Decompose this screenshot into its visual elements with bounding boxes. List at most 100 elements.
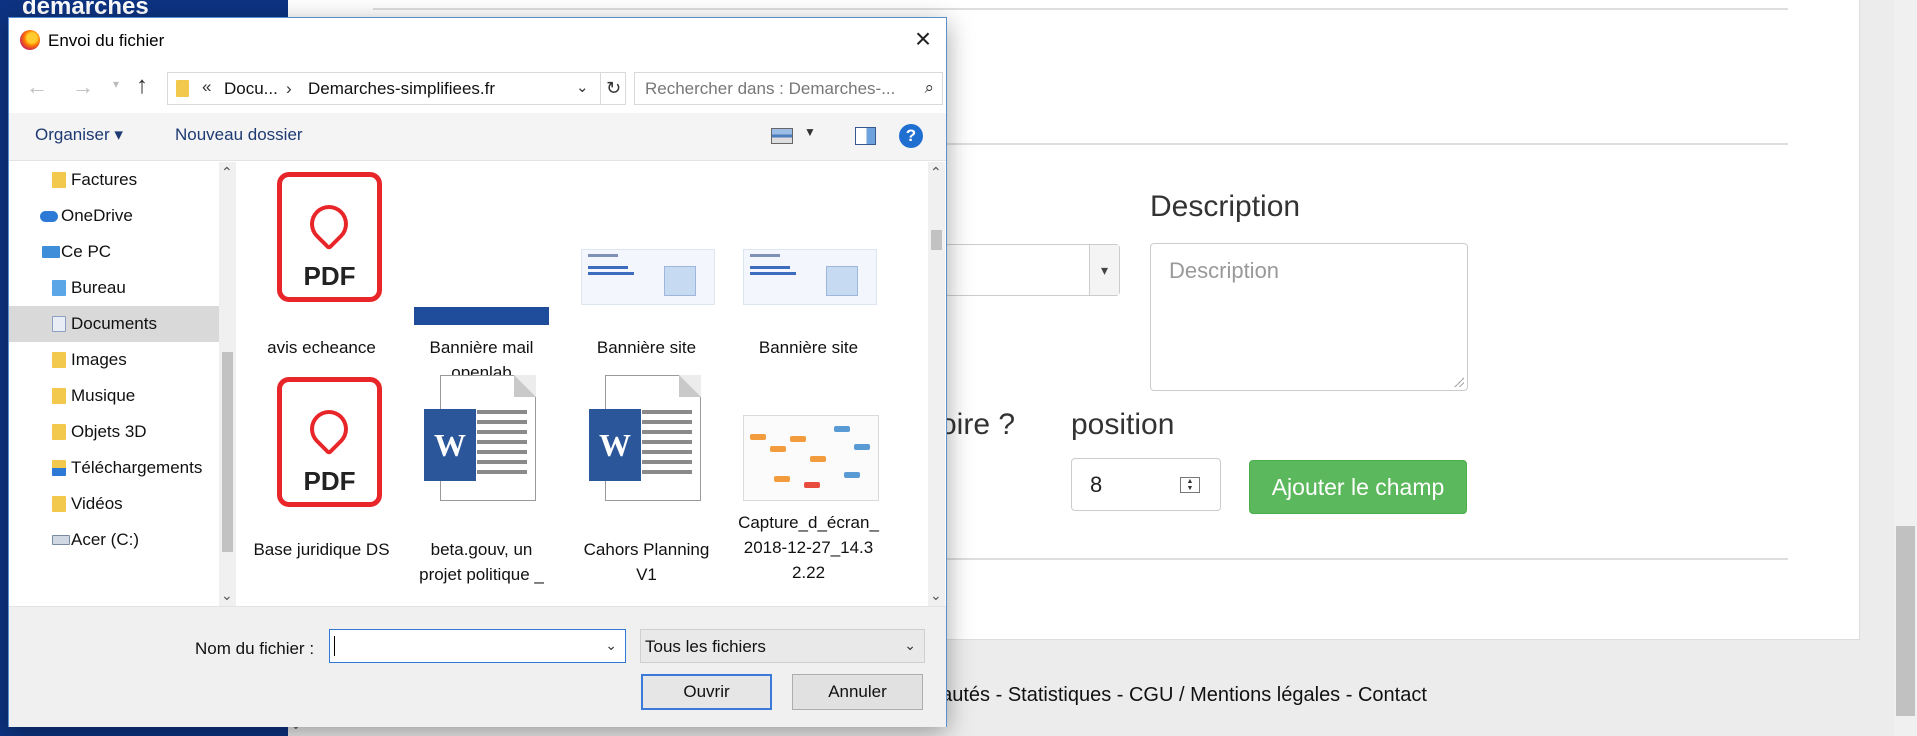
file-item[interactable]: W Cahors Planning V1 xyxy=(569,367,724,584)
filename-input[interactable]: ⌄ xyxy=(329,629,626,663)
chevron-double-left-icon[interactable]: « xyxy=(202,77,211,97)
file-list-scrollbar[interactable]: ⌃ ⌄ xyxy=(928,162,945,606)
file-type-select[interactable]: Tous les fichiers ⌄ xyxy=(640,629,925,663)
file-item[interactable]: Bannière site xyxy=(569,162,724,362)
nav-item-acer-c[interactable]: Acer (C:) xyxy=(9,522,219,558)
nav-item-onedrive[interactable]: OneDrive xyxy=(9,198,219,234)
scroll-up-icon[interactable]: ⌃ xyxy=(930,164,942,181)
file-name-line: projet politique _ xyxy=(419,565,544,584)
scroll-up-icon[interactable]: ⌃ xyxy=(221,164,233,181)
nav-item-factures[interactable]: Factures xyxy=(9,162,219,198)
obligatoire-label: oire ? xyxy=(940,408,1016,441)
cancel-button[interactable]: Annuler xyxy=(792,674,923,710)
nav-item-objets-3d[interactable]: Objets 3D xyxy=(9,414,219,450)
file-open-dialog: Envoi du fichier × ← → ▾ ↑ « Docu... › D… xyxy=(8,17,947,727)
file-name-line: beta.gouv, un xyxy=(430,540,533,559)
file-item[interactable]: PDF Base juridique DS xyxy=(244,367,399,567)
nav-item-label: Factures xyxy=(71,170,138,189)
file-type-value: Tous les fichiers xyxy=(645,637,766,656)
search-box[interactable]: Rechercher dans : Demarches-... ⌕ xyxy=(634,72,943,105)
scroll-down-icon[interactable]: ⌄ xyxy=(221,587,233,604)
drive-icon xyxy=(52,535,70,545)
change-view-icon[interactable] xyxy=(771,128,793,144)
pdf-file-icon: PDF xyxy=(277,172,382,302)
recent-locations-chevron-icon[interactable]: ▾ xyxy=(113,77,119,91)
chevron-right-icon[interactable]: › xyxy=(286,79,292,99)
position-input[interactable]: 8 ▲ ▼ xyxy=(1071,458,1221,511)
filename-label: Nom du fichier : xyxy=(195,639,315,658)
music-folder-icon xyxy=(52,388,66,404)
preview-pane-icon[interactable] xyxy=(855,127,876,145)
file-name-line: Cahors Planning xyxy=(583,540,710,559)
organise-button[interactable]: Organiser ▾ xyxy=(35,125,123,145)
dialog-titlebar[interactable]: Envoi du fichier × xyxy=(9,18,946,62)
nav-item-label: Acer (C:) xyxy=(71,530,139,549)
dialog-footer: Nom du fichier : ⌄ Tous les fichiers ⌄ O… xyxy=(9,606,946,727)
nav-item-label: Téléchargements xyxy=(71,458,203,477)
nav-item-label: Ce PC xyxy=(61,242,112,261)
back-arrow-icon[interactable]: ← xyxy=(26,74,48,100)
nav-item-label: Objets 3D xyxy=(71,422,147,441)
firefox-icon xyxy=(20,30,40,50)
forward-arrow-icon[interactable]: → xyxy=(72,74,94,100)
help-icon[interactable]: ? xyxy=(899,124,923,148)
nav-item-bureau[interactable]: Bureau xyxy=(9,270,219,306)
position-label: position xyxy=(1071,408,1175,441)
dialog-toolbar: Organiser ▾ Nouveau dossier ▼ ? xyxy=(9,113,946,161)
file-item[interactable]: W beta.gouv, un projet politique _ xyxy=(404,367,559,584)
refresh-icon[interactable]: ↻ xyxy=(600,73,626,104)
up-arrow-icon[interactable]: ↑ xyxy=(136,72,148,100)
nav-item-telechargements[interactable]: Téléchargements xyxy=(9,450,219,486)
pdf-file-icon: PDF xyxy=(277,377,382,507)
new-folder-button[interactable]: Nouveau dossier xyxy=(175,125,303,145)
breadcrumb-current-folder[interactable]: Demarches-simplifiees.fr xyxy=(308,79,495,99)
file-item[interactable]: Bannière mail openlab xyxy=(404,162,559,382)
spinner-icon[interactable]: ▲ ▼ xyxy=(1180,477,1200,493)
page-scrollbar-thumb[interactable] xyxy=(1896,526,1915,716)
file-item[interactable]: Capture_d_écran_ 2018-12-27_14.3 2.22 xyxy=(731,367,886,582)
chevron-down-icon[interactable]: ⌄ xyxy=(605,637,617,654)
nav-pane-scroll-thumb[interactable] xyxy=(222,352,233,552)
file-name-line: Bannière site xyxy=(596,338,697,357)
file-list-scroll-thumb[interactable] xyxy=(931,230,942,250)
description-textarea[interactable]: Description xyxy=(1150,243,1468,391)
resize-grip-icon[interactable] xyxy=(1454,377,1464,387)
add-field-button[interactable]: Ajouter le champ xyxy=(1249,460,1467,514)
nav-item-ce-pc[interactable]: Ce PC xyxy=(9,234,219,270)
nav-pane-scrollbar[interactable]: ⌃ ⌄ xyxy=(219,162,236,606)
scroll-down-icon[interactable]: ⌄ xyxy=(930,587,942,604)
address-bar[interactable]: « Docu... › Demarches-simplifiees.fr ⌄ ↻ xyxy=(167,72,626,105)
navigation-pane: Factures OneDrive Ce PC Bureau Documents… xyxy=(9,162,236,606)
file-name-line: Bannière mail xyxy=(429,338,534,357)
breadcrumb-documents[interactable]: Docu... xyxy=(224,79,278,99)
image-thumbnail xyxy=(743,415,879,501)
nav-item-label: Bureau xyxy=(71,278,126,297)
footer-links[interactable]: eautés - Statistiques - CGU / Mentions l… xyxy=(930,684,1427,707)
image-thumbnail xyxy=(743,249,877,305)
folder-icon xyxy=(176,80,189,97)
file-item[interactable]: PDF avis echeance xyxy=(244,162,399,362)
file-item[interactable]: Bannière site xyxy=(731,162,886,362)
divider xyxy=(373,8,1788,10)
documents-folder-icon xyxy=(52,316,66,332)
search-icon: ⌕ xyxy=(924,78,934,97)
file-name-line: Bannière site xyxy=(758,338,859,357)
search-input[interactable]: Rechercher dans : Demarches-... xyxy=(645,79,895,99)
pdf-label: PDF xyxy=(303,261,356,291)
nav-item-label: Vidéos xyxy=(71,494,123,513)
objects3d-folder-icon xyxy=(52,424,66,440)
acrobat-icon xyxy=(302,197,356,251)
cloud-icon xyxy=(40,211,58,222)
nav-item-musique[interactable]: Musique xyxy=(9,378,219,414)
word-icon: W xyxy=(424,409,476,481)
chevron-down-icon[interactable]: ⌄ xyxy=(576,78,589,96)
open-button[interactable]: Ouvrir xyxy=(641,674,772,710)
nav-item-documents[interactable]: Documents xyxy=(9,306,219,342)
close-button[interactable]: × xyxy=(900,18,946,62)
nav-item-videos[interactable]: Vidéos xyxy=(9,486,219,522)
view-options-chevron-icon[interactable]: ▼ xyxy=(804,125,816,139)
desktop-folder-icon xyxy=(52,280,66,296)
downloads-folder-icon xyxy=(52,460,66,476)
nav-item-images[interactable]: Images xyxy=(9,342,219,378)
acrobat-icon xyxy=(302,402,356,456)
